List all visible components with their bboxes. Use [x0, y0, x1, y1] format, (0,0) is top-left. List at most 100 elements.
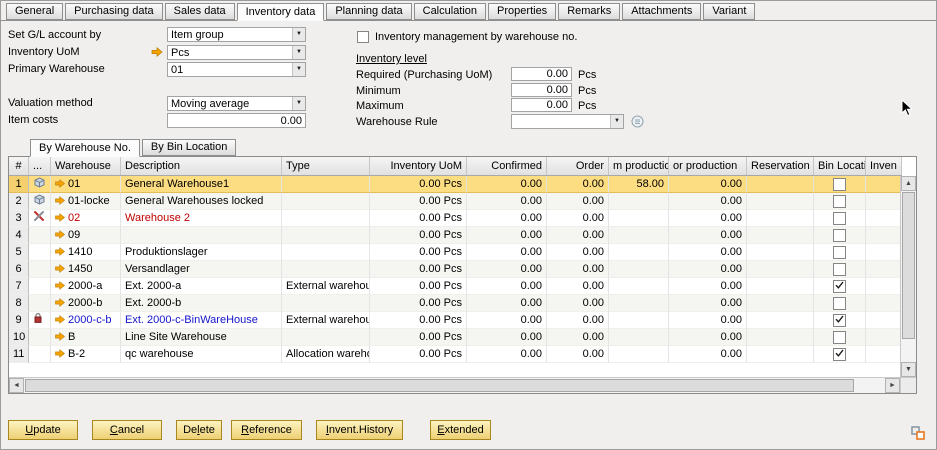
bin-location-checkbox[interactable] [833, 263, 846, 276]
warehouse-boxes-icon[interactable] [29, 193, 51, 210]
order-cell[interactable]: 0.00 [547, 176, 609, 193]
gl-account-combo[interactable]: Item group ▼ [167, 27, 306, 42]
confirmed-cell[interactable]: 0.00 [467, 193, 547, 210]
chevron-down-icon[interactable]: ▼ [610, 115, 623, 128]
warehouse-description-cell[interactable]: Ext. 2000-a [121, 278, 282, 295]
tab-sales-data[interactable]: Sales data [165, 3, 235, 20]
warehouse-code-cell[interactable]: 02 [51, 210, 121, 227]
reservation-cell[interactable] [747, 176, 814, 193]
in-production-cell[interactable] [609, 278, 669, 295]
table-row[interactable]: 7 2000-aExt. 2000-aExternal warehous0.00… [9, 278, 902, 295]
warehouse-status-icon[interactable] [29, 329, 51, 346]
confirmed-cell[interactable]: 0.00 [467, 244, 547, 261]
chevron-down-icon[interactable]: ▼ [292, 46, 305, 59]
bin-location-checkbox[interactable] [833, 314, 846, 327]
scroll-down-button[interactable]: ▼ [901, 362, 916, 377]
vertical-scroll-thumb[interactable] [902, 192, 915, 339]
bin-location-cell[interactable] [814, 329, 866, 346]
in-production-cell[interactable] [609, 261, 669, 278]
tab-calculation[interactable]: Calculation [414, 3, 486, 20]
confirmed-cell[interactable]: 0.00 [467, 210, 547, 227]
warehouse-code-cell[interactable]: 2000-c-b [51, 312, 121, 329]
extended-button[interactable]: Extended [430, 420, 491, 440]
link-arrow-icon[interactable] [55, 179, 65, 188]
bin-location-cell[interactable] [814, 176, 866, 193]
warehouse-type-cell[interactable]: External warehous [282, 312, 370, 329]
for-production-cell[interactable]: 0.00 [669, 295, 747, 312]
horizontal-scrollbar[interactable]: ◄ ► [9, 377, 900, 393]
link-arrow-icon[interactable] [55, 298, 65, 307]
link-arrow-icon[interactable] [55, 196, 65, 205]
table-row[interactable]: 6 1450Versandlager0.00 Pcs0.000.000.00 [9, 261, 902, 278]
warehouse-description-cell[interactable]: Ext. 2000-c-BinWareHouse [121, 312, 282, 329]
reservation-cell[interactable] [747, 244, 814, 261]
confirmed-cell[interactable]: 0.00 [467, 295, 547, 312]
for-production-cell[interactable]: 0.00 [669, 346, 747, 363]
confirmed-cell[interactable]: 0.00 [467, 346, 547, 363]
update-button[interactable]: Update [8, 420, 78, 440]
for-production-cell[interactable]: 0.00 [669, 261, 747, 278]
scroll-left-button[interactable]: ◄ [9, 378, 24, 393]
inventory-extra-cell[interactable] [866, 210, 902, 227]
in-production-cell[interactable] [609, 312, 669, 329]
reservation-cell[interactable] [747, 295, 814, 312]
scroll-up-button[interactable]: ▲ [901, 176, 916, 191]
row-number-cell[interactable]: 10 [9, 329, 29, 346]
column-header-inventory-uom[interactable]: Inventory UoM [370, 157, 467, 176]
warehouse-code-cell[interactable]: 2000-a [51, 278, 121, 295]
link-arrow-icon[interactable] [55, 213, 65, 222]
table-row[interactable]: 4 090.00 Pcs0.000.000.00 [9, 227, 902, 244]
for-production-cell[interactable]: 0.00 [669, 312, 747, 329]
reservation-cell[interactable] [747, 278, 814, 295]
reservation-cell[interactable] [747, 193, 814, 210]
table-row[interactable]: 8 2000-bExt. 2000-b0.00 Pcs0.000.000.00 [9, 295, 902, 312]
tab-attachments[interactable]: Attachments [622, 3, 701, 20]
reservation-cell[interactable] [747, 261, 814, 278]
inventory-extra-cell[interactable] [866, 329, 902, 346]
for-production-cell[interactable]: 0.00 [669, 227, 747, 244]
bin-location-checkbox[interactable] [833, 297, 846, 310]
tab-purchasing-data[interactable]: Purchasing data [65, 3, 163, 20]
inventory-uom-cell[interactable]: 0.00 Pcs [370, 193, 467, 210]
bin-location-cell[interactable] [814, 261, 866, 278]
inventory-extra-cell[interactable] [866, 227, 902, 244]
link-arrow-icon[interactable] [55, 230, 65, 239]
warehouse-code-cell[interactable]: B-2 [51, 346, 121, 363]
warehouse-type-cell[interactable]: External warehous [282, 278, 370, 295]
in-production-cell[interactable] [609, 329, 669, 346]
warehouse-status-icon[interactable] [29, 295, 51, 312]
warehouse-type-cell[interactable] [282, 210, 370, 227]
primary-warehouse-combo[interactable]: 01 ▼ [167, 62, 306, 77]
order-cell[interactable]: 0.00 [547, 312, 609, 329]
warehouse-description-cell[interactable]: General Warehouses locked [121, 193, 282, 210]
reservation-cell[interactable] [747, 346, 814, 363]
manage-by-warehouse-checkbox[interactable] [357, 31, 369, 43]
warehouse-code-cell[interactable]: B [51, 329, 121, 346]
inventory-uom-cell[interactable]: 0.00 Pcs [370, 312, 467, 329]
bin-location-cell[interactable] [814, 295, 866, 312]
bin-location-cell[interactable] [814, 278, 866, 295]
for-production-cell[interactable]: 0.00 [669, 176, 747, 193]
row-number-cell[interactable]: 6 [9, 261, 29, 278]
for-production-cell[interactable]: 0.00 [669, 244, 747, 261]
inventory-extra-cell[interactable] [866, 193, 902, 210]
inventory-uom-cell[interactable]: 0.00 Pcs [370, 227, 467, 244]
bin-location-cell[interactable] [814, 244, 866, 261]
inventory-uom-cell[interactable]: 0.00 Pcs [370, 295, 467, 312]
warehouse-rule-combo[interactable]: ▼ [511, 114, 624, 129]
for-production-cell[interactable]: 0.00 [669, 329, 747, 346]
order-cell[interactable]: 0.00 [547, 193, 609, 210]
inventory-extra-cell[interactable] [866, 244, 902, 261]
order-cell[interactable]: 0.00 [547, 227, 609, 244]
tools-icon[interactable] [29, 210, 51, 227]
warehouse-status-icon[interactable] [29, 346, 51, 363]
warehouse-rule-define-icon[interactable] [631, 115, 644, 131]
cancel-button[interactable]: Cancel [92, 420, 162, 440]
inventory-extra-cell[interactable] [866, 176, 902, 193]
in-production-cell[interactable] [609, 227, 669, 244]
subtab-by-warehouse-no[interactable]: By Warehouse No. [30, 139, 140, 157]
inventory-uom-cell[interactable]: 0.00 Pcs [370, 329, 467, 346]
warehouse-type-cell[interactable] [282, 295, 370, 312]
warehouse-description-cell[interactable]: Produktionslager [121, 244, 282, 261]
warehouse-type-cell[interactable] [282, 329, 370, 346]
